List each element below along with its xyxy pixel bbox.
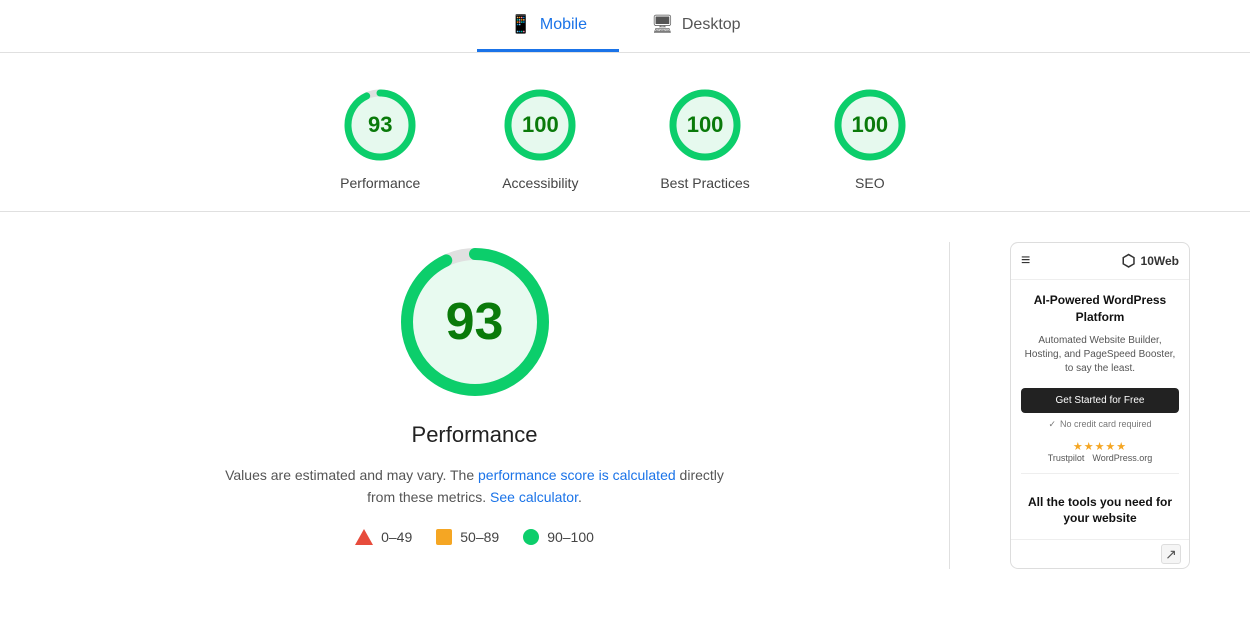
needs-improvement-icon [436,529,452,545]
tab-mobile[interactable]: 📱 Mobile [477,0,619,52]
tab-mobile-label: Mobile [540,16,587,34]
desktop-icon: 🖥 [651,14,674,35]
ad-trust-badges: Trustpilot WordPress.org [1021,453,1179,463]
score-label-accessibility: Accessibility [502,175,578,191]
description-text: Values are estimated and may vary. The p… [225,464,725,509]
ad-title: AI-Powered WordPress Platform [1021,292,1179,326]
legend-good: 90–100 [523,529,594,545]
main-content: 93 Performance Values are estimated and … [0,212,1250,599]
score-circle-performance: 93 [340,85,420,165]
score-label-seo: SEO [855,175,885,191]
score-item-performance: 93 Performance [340,85,420,191]
ad-logo-text: 10Web [1141,254,1179,268]
calculator-link[interactable]: See calculator [490,489,578,505]
ad-logo: ⬡ 10Web [1122,251,1179,271]
score-circle-best-practices: 100 [665,85,745,165]
score-value-accessibility: 100 [522,112,559,138]
poor-icon [355,529,373,545]
ad-section2: All the tools you need for your website [1011,494,1189,540]
legend: 0–49 50–89 90–100 [355,529,594,545]
big-score-label: Performance [412,422,538,448]
score-value-seo: 100 [851,112,888,138]
scores-section: 93 Performance 100 Accessibility 100 Bes… [0,53,1250,212]
score-item-best-practices: 100 Best Practices [660,85,749,191]
ad-logo-icon: ⬡ [1122,251,1136,271]
score-circle-seo: 100 [830,85,910,165]
score-value-best-practices: 100 [687,112,724,138]
ad-divider [1021,473,1179,474]
ad-description: Automated Website Builder, Hosting, and … [1021,334,1179,376]
score-label-performance: Performance [340,175,420,191]
ad-cta-button[interactable]: Get Started for Free [1021,388,1179,413]
ad-hamburger-icon[interactable]: ≡ [1021,252,1030,270]
score-item-seo: 100 SEO [830,85,910,191]
wordpress-badge: WordPress.org [1092,453,1152,463]
score-item-accessibility: 100 Accessibility [500,85,580,191]
ad-expand-button[interactable]: ↗ [1161,544,1181,564]
tab-desktop-label: Desktop [682,16,741,34]
ad-stars: ★★★★★ [1021,440,1179,453]
ad-body: AI-Powered WordPress Platform Automated … [1011,280,1189,494]
left-panel: 93 Performance Values are estimated and … [60,242,889,569]
good-icon [523,529,539,545]
perf-score-link[interactable]: performance score is calculated [478,467,676,483]
mobile-icon: 📱 [509,14,531,35]
ad-panel: ≡ ⬡ 10Web AI-Powered WordPress Platform … [1010,242,1190,569]
score-label-best-practices: Best Practices [660,175,749,191]
score-circle-accessibility: 100 [500,85,580,165]
ad-no-card: ✓ No credit card required [1021,419,1179,430]
ad-header: ≡ ⬡ 10Web [1011,243,1189,280]
tab-desktop[interactable]: 🖥 Desktop [619,0,773,52]
good-range: 90–100 [547,529,594,545]
tab-bar: 📱 Mobile 🖥 Desktop [0,0,1250,53]
big-score-value: 93 [446,292,504,352]
trustpilot-badge: Trustpilot [1048,453,1085,463]
ad-section2-title: All the tools you need for your website [1021,494,1179,528]
legend-needs-improvement: 50–89 [436,529,499,545]
poor-range: 0–49 [381,529,412,545]
needs-improvement-range: 50–89 [460,529,499,545]
ad-footer: ↗ [1011,539,1189,568]
panel-divider [949,242,950,569]
score-value-performance: 93 [368,112,392,138]
legend-poor: 0–49 [355,529,412,545]
big-score-circle: 93 [395,242,555,402]
